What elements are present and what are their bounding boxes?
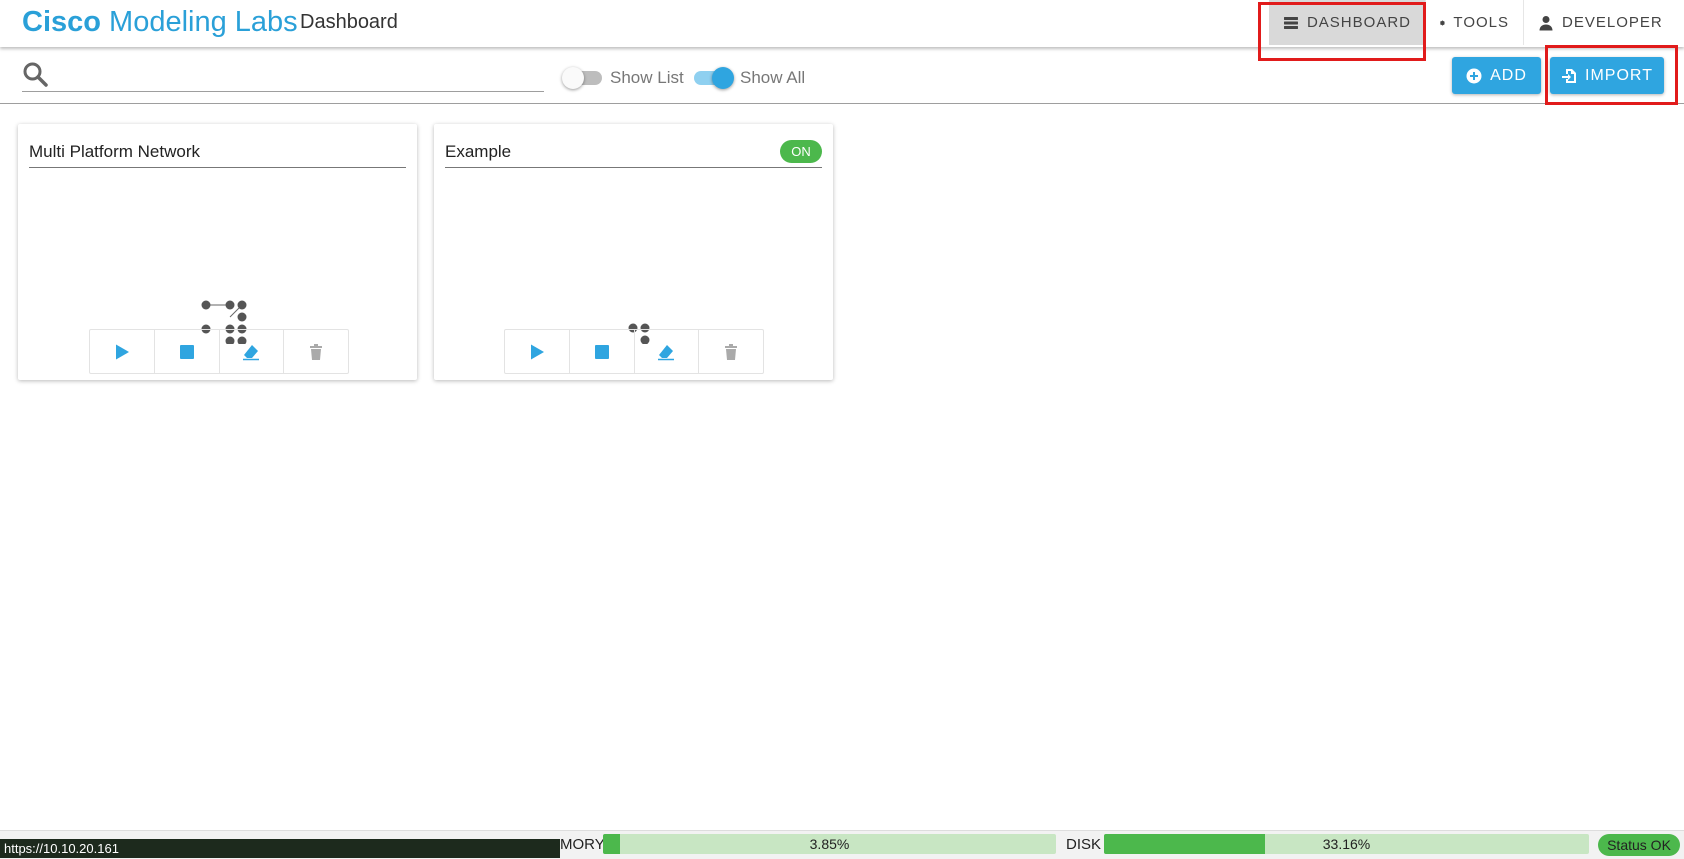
lab-actions bbox=[89, 329, 349, 374]
stop-icon bbox=[594, 344, 609, 359]
add-button-label: ADD bbox=[1490, 66, 1527, 84]
system-status-badge[interactable]: Status OK bbox=[1598, 834, 1680, 856]
wipe-lab-button[interactable] bbox=[220, 330, 285, 373]
nav-developer[interactable]: DEVELOPER bbox=[1523, 0, 1680, 45]
brand-rest: Modeling Labs bbox=[100, 6, 298, 38]
nav-developer-label: DEVELOPER bbox=[1562, 14, 1663, 31]
file-import-icon bbox=[1562, 68, 1577, 83]
eraser-icon bbox=[658, 344, 675, 360]
plus-circle-icon bbox=[1466, 68, 1482, 83]
lab-title: Multi Platform Network bbox=[29, 142, 200, 161]
search-bar bbox=[22, 59, 544, 92]
memory-meter: 3.85% bbox=[603, 834, 1056, 854]
show-list-knob bbox=[562, 67, 584, 89]
eraser-icon bbox=[243, 344, 260, 360]
nav-dashboard[interactable]: DASHBOARD bbox=[1269, 0, 1425, 45]
memory-value: 3.85% bbox=[809, 836, 850, 852]
play-icon bbox=[115, 344, 129, 359]
start-lab-button[interactable] bbox=[505, 330, 570, 373]
show-all-knob bbox=[712, 67, 734, 89]
lab-topology-preview[interactable] bbox=[434, 204, 833, 344]
lab-actions bbox=[504, 329, 764, 374]
stop-lab-button[interactable] bbox=[570, 330, 635, 373]
show-list-label: Show List bbox=[610, 68, 684, 87]
lab-topology-preview[interactable] bbox=[18, 204, 417, 344]
memory-label: MORY bbox=[560, 836, 605, 853]
start-lab-button[interactable] bbox=[90, 330, 155, 373]
lab-card[interactable]: Example ON bbox=[434, 124, 833, 380]
app-logo[interactable]: Cisco Modeling Labs bbox=[22, 6, 298, 39]
url-tooltip: https://10.10.20.161 bbox=[0, 839, 560, 858]
lab-state-badge: ON bbox=[780, 140, 822, 163]
disk-value: 33.16% bbox=[1322, 836, 1371, 852]
disk-meter: 33.16% bbox=[1104, 834, 1589, 854]
show-list-toggle[interactable]: Show List bbox=[562, 67, 684, 89]
wipe-lab-button[interactable] bbox=[635, 330, 700, 373]
dashboard-list-icon bbox=[1283, 16, 1298, 29]
page-title: Dashboard bbox=[300, 11, 398, 33]
import-button[interactable]: IMPORT bbox=[1550, 57, 1664, 94]
disk-label: DISK bbox=[1066, 836, 1102, 853]
stop-icon bbox=[179, 344, 194, 359]
card-divider bbox=[29, 167, 406, 168]
show-all-label: Show All bbox=[740, 68, 806, 87]
gear-icon bbox=[1440, 19, 1445, 26]
show-all-track[interactable] bbox=[694, 67, 734, 89]
lab-card[interactable]: Multi Platform Network bbox=[18, 124, 417, 380]
trash-icon bbox=[725, 343, 738, 360]
lab-toolbar: Show List Show All ADD IMPORT bbox=[0, 47, 1684, 104]
card-divider bbox=[445, 167, 822, 168]
brand-bold: Cisco bbox=[22, 6, 101, 38]
nav-tools[interactable]: TOOLS bbox=[1425, 0, 1523, 45]
nav-tools-label: TOOLS bbox=[1453, 14, 1509, 31]
delete-lab-button[interactable] bbox=[284, 330, 348, 373]
delete-lab-button[interactable] bbox=[699, 330, 763, 373]
show-all-toggle[interactable]: Show All bbox=[694, 67, 806, 89]
search-input[interactable] bbox=[58, 61, 542, 89]
nav-dashboard-label: DASHBOARD bbox=[1306, 14, 1411, 31]
top-bar: Cisco Modeling Labs Dashboard DASHBOARD … bbox=[0, 0, 1684, 47]
import-button-label: IMPORT bbox=[1585, 66, 1653, 84]
search-icon bbox=[23, 62, 48, 87]
stop-lab-button[interactable] bbox=[155, 330, 220, 373]
trash-icon bbox=[310, 343, 323, 360]
play-icon bbox=[530, 344, 544, 359]
user-icon bbox=[1539, 15, 1553, 30]
add-button[interactable]: ADD bbox=[1452, 57, 1541, 94]
show-list-track[interactable] bbox=[562, 67, 602, 89]
lab-title: Example bbox=[445, 142, 512, 161]
